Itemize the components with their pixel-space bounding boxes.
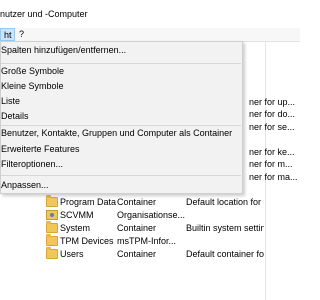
menu-item-filter-options[interactable]: Filteroptionen... <box>1 158 63 171</box>
row-description: ner for ke... <box>249 147 295 157</box>
row-description: ner for se... <box>249 122 295 132</box>
row-name: TPM Devices <box>60 236 114 246</box>
menu-item-large-icons[interactable]: Große Symbole <box>1 65 64 78</box>
folder-icon <box>46 234 58 246</box>
title-bar: nutzer und -Computer <box>0 0 300 28</box>
row-type: msTPM-Infor... <box>117 236 177 246</box>
row-description: ner for ma... <box>249 172 298 182</box>
folder-icon <box>46 195 58 207</box>
row-description: ner for m... <box>249 159 293 169</box>
menu-help[interactable]: ? <box>16 28 27 41</box>
row-description: Default location for stor... <box>186 197 264 207</box>
menu-separator <box>1 63 241 64</box>
row-type: Container <box>117 197 157 207</box>
row-type: Container <box>117 249 157 259</box>
menu-item-small-icons[interactable]: Kleine Symbole <box>1 80 64 93</box>
row-description: Default container for up... <box>186 249 264 259</box>
menu-item-list[interactable]: Liste <box>1 95 20 108</box>
folder-icon <box>46 221 58 233</box>
row-name: SCVMM <box>60 210 94 220</box>
row-name: Users <box>60 249 84 259</box>
menu-item-advanced-features[interactable]: Erweiterte Features <box>1 143 80 156</box>
window-title: nutzer und -Computer <box>0 9 88 19</box>
menu-item-details[interactable]: Details <box>1 110 29 123</box>
row-type: Container <box>117 223 157 233</box>
menu-item-users-as-containers[interactable]: Benutzer, Kontakte, Gruppen und Computer… <box>1 127 232 140</box>
row-description: Builtin system settings <box>186 223 264 233</box>
menu-item-add-remove-columns[interactable]: Spalten hinzufügen/entfernen... <box>1 44 126 57</box>
row-type: Organisationse... <box>117 210 186 220</box>
row-name: System <box>60 223 91 233</box>
menu-view[interactable]: ht <box>0 28 15 41</box>
folder-icon <box>46 247 58 259</box>
row-name: Program Data <box>60 197 117 207</box>
menu-separator <box>1 125 241 126</box>
view-menu-dropdown: Spalten hinzufügen/entfernen... Große Sy… <box>0 41 243 194</box>
organizational-unit-icon <box>46 210 58 220</box>
menu-separator <box>1 175 241 176</box>
menu-item-customize[interactable]: Anpassen... <box>1 179 49 192</box>
menu-bar: ht ? <box>0 28 300 42</box>
row-description: ner for do... <box>249 109 296 119</box>
row-description: ner for up... <box>249 97 296 107</box>
